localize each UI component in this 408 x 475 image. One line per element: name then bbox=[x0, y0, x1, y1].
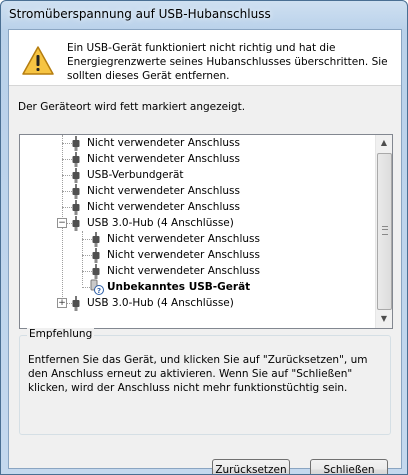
tree-item-label: Nicht verwendeter Anschluss bbox=[87, 185, 240, 197]
expand-toggle[interactable]: + bbox=[57, 298, 67, 308]
reset-button[interactable]: Zurücksetzen bbox=[212, 459, 290, 474]
warning-icon bbox=[22, 46, 54, 75]
usb-plug-icon bbox=[72, 200, 80, 215]
tree-item-label: Nicht verwendeter Anschluss bbox=[87, 137, 240, 149]
unknown-device-icon: ? bbox=[90, 279, 104, 295]
tree-item-label: USB 3.0-Hub (4 Anschlüsse) bbox=[87, 297, 234, 309]
close-button[interactable]: Schließen bbox=[310, 459, 388, 474]
title-bar[interactable]: Stromüberspannung auf USB-Hubanschluss bbox=[1, 1, 407, 29]
usb-plug-icon bbox=[92, 264, 100, 279]
usb-plug-icon bbox=[92, 232, 100, 247]
usb-plug-icon bbox=[72, 152, 80, 167]
usb-plug-icon bbox=[72, 136, 80, 151]
usb-plug-icon bbox=[72, 168, 80, 183]
window-title: Stromüberspannung auf USB-Hubanschluss bbox=[9, 7, 271, 21]
header-message: Ein USB-Gerät funktioniert nicht richtig… bbox=[67, 42, 388, 82]
tree-item-label: USB-Verbundgerät bbox=[87, 169, 184, 181]
tree-item-label: Unbekanntes USB-Gerät bbox=[107, 281, 251, 293]
header-divider bbox=[9, 85, 401, 86]
device-tree[interactable]: Nicht verwendeter Anschluss Nicht verwen… bbox=[19, 134, 393, 329]
recommendation-title: Empfehlung bbox=[27, 328, 95, 340]
collapse-toggle[interactable]: − bbox=[57, 218, 67, 228]
tree-item-label: Nicht verwendeter Anschluss bbox=[107, 265, 260, 277]
scroll-down-button[interactable]: ▼ bbox=[376, 311, 392, 327]
vertical-scrollbar[interactable]: ▲ ▼ bbox=[375, 135, 392, 328]
location-hint: Der Geräteort wird fett markiert angezei… bbox=[18, 101, 246, 113]
tree-item-label: Nicht verwendeter Anschluss bbox=[107, 249, 260, 261]
dialog-window: Stromüberspannung auf USB-Hubanschluss E… bbox=[0, 0, 408, 475]
tree-item-label: USB 3.0-Hub (4 Anschlüsse) bbox=[87, 217, 234, 229]
dialog-body: Ein USB-Gerät funktioniert nicht richtig… bbox=[8, 29, 402, 474]
usb-plug-icon bbox=[72, 184, 80, 199]
recommendation-text: Entfernen Sie das Gerät, und klicken Sie… bbox=[28, 354, 368, 394]
usb-plug-icon bbox=[72, 296, 80, 311]
tree-item-label: Nicht verwendeter Anschluss bbox=[87, 153, 240, 165]
grip-icon bbox=[382, 226, 388, 235]
message-header: Ein USB-Gerät funktioniert nicht richtig… bbox=[9, 30, 401, 85]
usb-plug-icon bbox=[92, 248, 100, 263]
usb-plug-icon bbox=[72, 216, 80, 231]
svg-text:?: ? bbox=[97, 287, 101, 295]
scroll-thumb[interactable] bbox=[377, 153, 392, 310]
tree-item-label: Nicht verwendeter Anschluss bbox=[87, 201, 240, 213]
tree-item-label: Nicht verwendeter Anschluss bbox=[107, 233, 260, 245]
scroll-up-button[interactable]: ▲ bbox=[376, 135, 392, 151]
